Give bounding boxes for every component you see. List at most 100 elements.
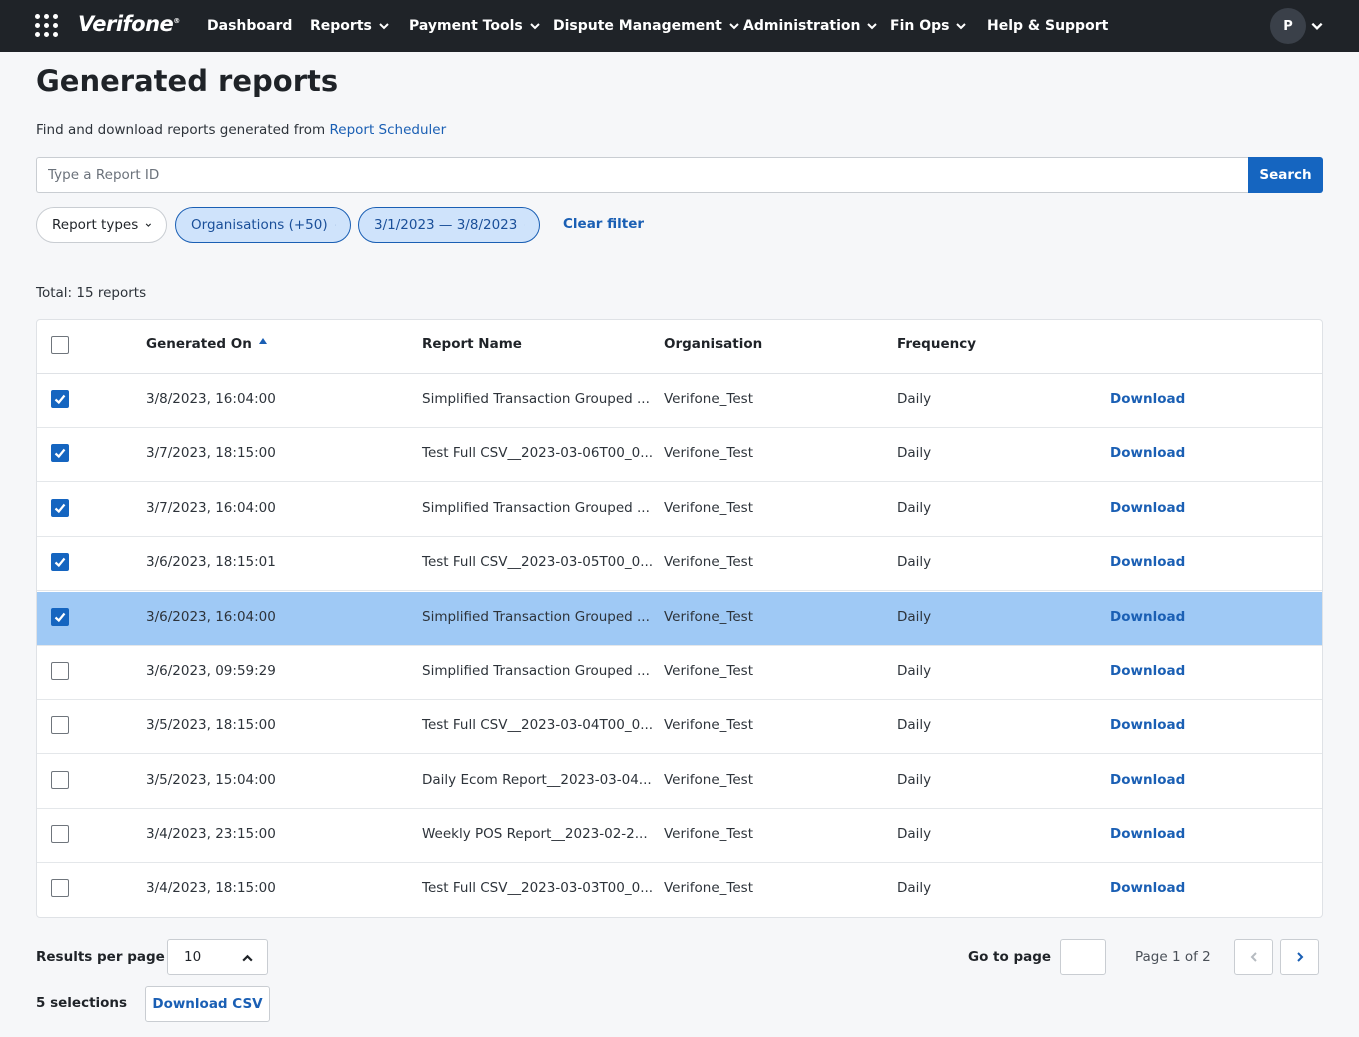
app-grid-icon[interactable] — [35, 14, 59, 38]
table-row[interactable]: 3/6/2023, 09:59:29 Simplified Transaction… — [37, 646, 1322, 700]
cell-frequency: Daily — [897, 717, 932, 733]
results-per-page-label: Results per page — [36, 949, 165, 965]
checkmark-icon — [54, 448, 66, 459]
search-button[interactable]: Search — [1248, 157, 1323, 193]
download-link[interactable]: Download — [1110, 772, 1185, 788]
download-link[interactable]: Download — [1110, 391, 1185, 407]
chevron-down-icon — [524, 224, 525, 226]
cell-report-name: Test Full CSV__2023-03-03T00_0... — [422, 880, 654, 896]
cell-generated-on: 3/4/2023, 23:15:00 — [146, 826, 276, 842]
date-range-filter[interactable]: 3/1/2023 — 3/8/2023 — [358, 207, 540, 243]
row-checkbox[interactable] — [51, 444, 69, 462]
nav-item-fin-ops[interactable]: Fin Ops — [890, 0, 967, 52]
download-link[interactable]: Download — [1110, 717, 1185, 733]
nav-item-dispute-management[interactable]: Dispute Management — [553, 0, 740, 52]
cell-frequency: Daily — [897, 772, 932, 788]
table-row[interactable]: 3/5/2023, 15:04:00 Daily Ecom Report__202… — [37, 755, 1322, 809]
table-row[interactable]: 3/7/2023, 16:04:00 Simplified Transaction… — [37, 483, 1322, 537]
checkmark-icon — [54, 612, 66, 623]
page-subtitle: Find and download reports generated from… — [36, 122, 447, 138]
cell-frequency: Daily — [897, 609, 932, 625]
go-to-page-input[interactable] — [1060, 939, 1106, 975]
user-avatar[interactable]: P — [1270, 8, 1306, 44]
chevron-down-icon — [379, 23, 389, 30]
download-link[interactable]: Download — [1110, 880, 1185, 896]
download-link[interactable]: Download — [1110, 445, 1185, 461]
download-link[interactable]: Download — [1110, 609, 1185, 625]
report-id-search-input[interactable] — [36, 157, 1249, 193]
cell-report-name: Daily Ecom Report__2023-03-04... — [422, 772, 652, 788]
nav-item-dashboard[interactable]: Dashboard — [207, 0, 292, 52]
cell-report-name: Simplified Transaction Grouped ... — [422, 609, 650, 625]
table-row[interactable]: 3/6/2023, 18:15:01 Test Full CSV__2023-03… — [37, 537, 1322, 591]
table-row[interactable]: 3/6/2023, 16:04:00 Simplified Transaction… — [37, 592, 1322, 646]
cell-generated-on: 3/4/2023, 18:15:00 — [146, 880, 276, 896]
cell-organisation: Verifone_Test — [664, 772, 754, 788]
next-page-button[interactable] — [1280, 939, 1319, 975]
previous-page-button[interactable] — [1234, 939, 1273, 975]
sort-ascending-icon — [258, 338, 267, 344]
table-row[interactable]: 3/4/2023, 18:15:00 Test Full CSV__2023-03… — [37, 863, 1322, 917]
report-types-filter[interactable]: Report types — [36, 207, 167, 243]
cell-report-name: Test Full CSV__2023-03-04T00_0... — [422, 717, 654, 733]
table-row[interactable]: 3/8/2023, 16:04:00 Simplified Transaction… — [37, 374, 1322, 428]
row-checkbox[interactable] — [51, 499, 69, 517]
chevron-down-icon[interactable] — [1310, 19, 1324, 33]
table-row[interactable]: 3/7/2023, 18:15:00 Test Full CSV__2023-03… — [37, 428, 1322, 482]
chevron-down-icon — [956, 23, 967, 30]
nav-item-reports[interactable]: Reports — [310, 0, 390, 52]
table-row[interactable]: 3/5/2023, 18:15:00 Test Full CSV__2023-03… — [37, 700, 1322, 754]
download-link[interactable]: Download — [1110, 663, 1185, 679]
cell-generated-on: 3/5/2023, 18:15:00 — [146, 717, 276, 733]
cell-organisation: Verifone_Test — [664, 717, 754, 733]
column-header-organisation: Organisation — [664, 336, 763, 352]
clear-filter-link[interactable]: Clear filter — [563, 216, 644, 232]
download-link[interactable]: Download — [1110, 554, 1185, 570]
organisations-filter[interactable]: Organisations (+50) — [175, 207, 351, 243]
total-reports-count: Total: 15 reports — [36, 285, 147, 301]
row-checkbox[interactable] — [51, 825, 69, 843]
chevron-right-icon — [1297, 952, 1304, 962]
row-checkbox[interactable] — [51, 553, 69, 571]
cell-frequency: Daily — [897, 500, 932, 516]
results-per-page-select[interactable]: 10 — [167, 939, 268, 975]
cell-report-name: Simplified Transaction Grouped ... — [422, 663, 650, 679]
cell-organisation: Verifone_Test — [664, 663, 754, 679]
column-header-generated-on[interactable]: Generated On — [146, 336, 268, 352]
cell-organisation: Verifone_Test — [664, 609, 754, 625]
row-checkbox[interactable] — [51, 771, 69, 789]
nav-item-help-support[interactable]: Help & Support — [987, 0, 1108, 52]
download-link[interactable]: Download — [1110, 500, 1185, 516]
cell-organisation: Verifone_Test — [664, 880, 754, 896]
cell-organisation: Verifone_Test — [664, 445, 754, 461]
cell-frequency: Daily — [897, 880, 932, 896]
chevron-left-icon — [1250, 952, 1257, 962]
cell-report-name: Test Full CSV__2023-03-05T00_0... — [422, 554, 654, 570]
reports-table: Generated On Report Name Organisation Fr… — [36, 319, 1323, 918]
selections-count: 5 selections — [36, 995, 128, 1011]
cell-generated-on: 3/7/2023, 18:15:00 — [146, 445, 276, 461]
chevron-up-icon — [242, 954, 253, 962]
row-checkbox[interactable] — [51, 662, 69, 680]
cell-frequency: Daily — [897, 391, 932, 407]
cell-generated-on: 3/5/2023, 15:04:00 — [146, 772, 276, 788]
cell-generated-on: 3/6/2023, 18:15:01 — [146, 554, 276, 570]
table-row[interactable]: 3/4/2023, 23:15:00 Weekly POS Report__202… — [37, 809, 1322, 863]
row-checkbox[interactable] — [51, 608, 69, 626]
chevron-down-icon — [145, 223, 152, 227]
select-all-checkbox[interactable] — [51, 336, 69, 354]
row-checkbox[interactable] — [51, 879, 69, 897]
row-checkbox[interactable] — [51, 716, 69, 734]
nav-item-administration[interactable]: Administration — [743, 0, 878, 52]
nav-item-payment-tools[interactable]: Payment Tools — [409, 0, 541, 52]
cell-generated-on: 3/6/2023, 09:59:29 — [146, 663, 276, 679]
download-csv-button[interactable]: Download CSV — [145, 986, 270, 1022]
report-scheduler-link[interactable]: Report Scheduler — [330, 122, 447, 138]
verifone-logo[interactable]: Verifone® — [78, 12, 180, 36]
page-title: Generated reports — [36, 64, 339, 98]
column-header-frequency: Frequency — [897, 336, 977, 352]
row-checkbox[interactable] — [51, 390, 69, 408]
chevron-down-icon — [334, 224, 336, 226]
cell-frequency: Daily — [897, 663, 932, 679]
download-link[interactable]: Download — [1110, 826, 1185, 842]
